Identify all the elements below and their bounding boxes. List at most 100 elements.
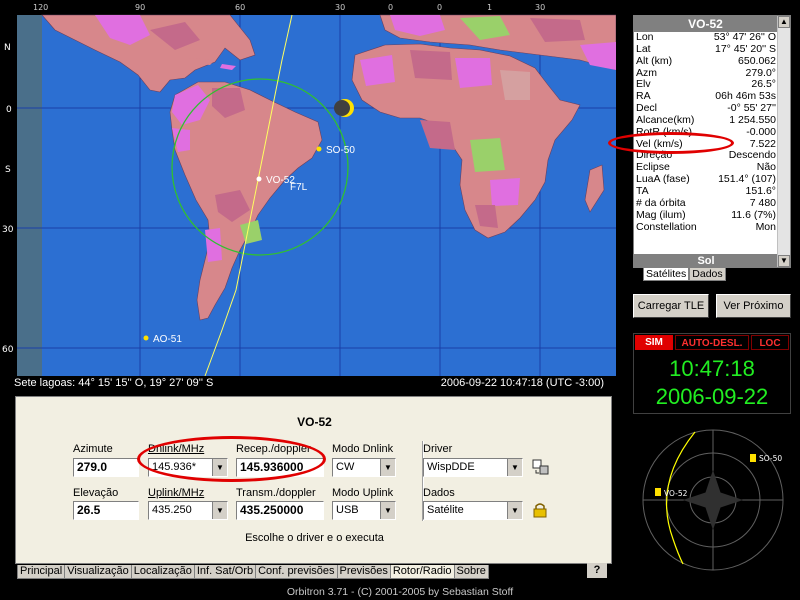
satellite-info-panel[interactable]: VO-52 Lon 53° 47' 26'' O Lat 17° 45' 20'' S…	[633, 15, 791, 268]
longitude-label: 30	[335, 3, 345, 12]
longitude-label: 0	[388, 3, 393, 12]
info-row-key: Decl	[636, 102, 658, 115]
info-row-value: 17° 45' 20'' S	[714, 42, 776, 55]
data-source-select[interactable]: Satélite ▼	[423, 501, 523, 520]
info-row-value: Mon	[755, 220, 776, 233]
info-row-key: Elv	[636, 78, 651, 91]
dnlink-select[interactable]: 145.936* ▼	[148, 458, 228, 477]
info-row-key: Constellation	[636, 220, 697, 233]
tab-previsoes[interactable]: Previsões	[336, 565, 391, 579]
info-row-key: Vel (km/s)	[636, 137, 683, 150]
uplink-value: 435.250	[152, 504, 192, 516]
info-row-key: RA	[636, 90, 651, 103]
observer-location: Sete lagoas: 44° 15' 15'' O, 19° 27' 09'…	[14, 377, 214, 389]
world-map[interactable]: N 0 S 30 60 120 90 60 30 0 0 1 30 VO-52 …	[0, 0, 616, 376]
mode-uplink-select[interactable]: USB ▼	[332, 501, 396, 520]
tab-principal[interactable]: Principal	[17, 565, 66, 579]
latitude-label-30: 30	[2, 225, 14, 235]
transm-doppler-field[interactable]: 435.250000	[236, 501, 324, 520]
radar-so50-label: SO-50	[759, 454, 782, 463]
clock-date: 2006-09-22	[655, 384, 769, 409]
radar-vo52-marker[interactable]	[655, 488, 661, 496]
radar-vo52-label: VO-52	[664, 489, 688, 498]
longitude-label: 120	[33, 3, 48, 12]
tab-conf-previsoes[interactable]: Conf. previsões	[255, 565, 338, 579]
tab-localizacao[interactable]: Localização	[130, 565, 195, 579]
elevation-label: Elevação	[73, 487, 119, 499]
recep-doppler-field[interactable]: 145.936000	[236, 458, 324, 477]
info-row-value: 11.6 (7%)	[731, 208, 776, 221]
mode-uplink-label: Modo Uplink	[332, 487, 394, 499]
driver-hint: Escolhe o driver e o executa	[245, 532, 384, 544]
tab-satellites[interactable]: Satélites	[643, 268, 690, 281]
driver-select[interactable]: WispDDE ▼	[423, 458, 523, 477]
longitude-label: 30	[535, 3, 545, 12]
info-row-key: Lat	[636, 42, 651, 55]
chevron-down-icon[interactable]: ▼	[380, 502, 395, 519]
map-datetime: 2006-09-22 10:47:18 (UTC -3:00)	[440, 377, 604, 389]
recep-doppler-label: Recep./doppler	[236, 443, 311, 455]
chevron-down-icon[interactable]: ▼	[507, 459, 522, 476]
satellite-ao51-label[interactable]: AO-51	[153, 334, 182, 345]
info-scrollbar[interactable]: ▲ ▼	[777, 16, 790, 267]
info-row: Constellation Mon	[634, 220, 778, 234]
tab-visualizacao[interactable]: Visualização	[64, 565, 132, 579]
dnlink-label: Dnlink/MHz	[148, 443, 205, 455]
mode-dnlink-select[interactable]: CW ▼	[332, 458, 396, 477]
lock-icon[interactable]	[533, 502, 547, 518]
rotor-radio-panel: VO-52 Azimute 279.0 Elevação 26.5 Dnlink…	[15, 396, 612, 564]
info-row-key: RotR (km/s)	[636, 125, 692, 138]
tab-data[interactable]: Dados	[689, 268, 726, 281]
info-row-key: TA	[636, 184, 649, 197]
latitude-label-60: 60	[2, 345, 14, 355]
radar-view[interactable]: VO-52 SO-50	[633, 424, 791, 574]
dnlink-value: 145.936*	[152, 461, 197, 473]
uplink-select[interactable]: 435.250 ▼	[148, 501, 228, 520]
info-row-value: 7 480	[749, 196, 776, 209]
map-status-bar: Sete lagoas: 44° 15' 15'' O, 19° 27' 09'…	[0, 376, 616, 390]
info-row-key: LuaA (fase)	[636, 173, 690, 186]
satellite-ao51-marker[interactable]	[143, 335, 149, 341]
chevron-down-icon[interactable]: ▼	[212, 502, 227, 519]
radar-so50-marker[interactable]	[750, 454, 756, 462]
chevron-down-icon[interactable]: ▼	[507, 502, 522, 519]
loc-toggle[interactable]: LOC	[751, 335, 789, 350]
info-tabs[interactable]: Satélites Dados	[643, 268, 726, 282]
satellite-so50-label[interactable]: SO-50	[326, 145, 355, 156]
mode-uplink-value: USB	[336, 504, 359, 516]
driver-value: WispDDE	[427, 461, 475, 473]
tab-rotor-radio[interactable]: Rotor/Radio	[389, 565, 455, 579]
tab-sobre[interactable]: Sobre	[453, 565, 489, 579]
azimuth-field[interactable]: 279.0	[73, 458, 139, 477]
scroll-down-icon[interactable]: ▼	[778, 255, 790, 267]
scroll-up-icon[interactable]: ▲	[778, 16, 790, 28]
longitude-label: 60	[235, 3, 245, 12]
sun-section-header[interactable]: Sol	[634, 254, 778, 268]
next-pass-button[interactable]: Ver Próximo	[716, 294, 791, 318]
satellite-so50-marker[interactable]	[316, 146, 322, 152]
tab-inf-sat-orb[interactable]: Inf. Sat/Orb	[193, 565, 257, 579]
satellite-vo52-marker[interactable]	[256, 176, 262, 182]
info-row-value: 1 254.550	[729, 113, 776, 126]
auto-off-toggle[interactable]: AUTO-DESL.	[675, 335, 749, 350]
driver-label: Driver	[423, 443, 453, 455]
driver-run-icon[interactable]	[531, 457, 551, 477]
data-source-value: Satélite	[427, 504, 464, 516]
chevron-down-icon[interactable]: ▼	[380, 459, 395, 476]
info-row-key: Lon	[636, 31, 654, 43]
info-row-key: # da órbita	[636, 196, 686, 209]
info-row-key: Mag (ilum)	[636, 208, 686, 221]
clock-time: 10:47:18	[669, 356, 755, 381]
load-tle-button[interactable]: Carregar TLE	[633, 294, 709, 318]
chevron-down-icon[interactable]: ▼	[212, 459, 227, 476]
sim-toggle[interactable]: SIM	[635, 335, 673, 350]
longitude-label: 90	[135, 3, 145, 12]
help-tab[interactable]: ?	[587, 563, 607, 578]
elevation-field[interactable]: 26.5	[73, 501, 139, 520]
info-row-value: -0.000	[746, 125, 776, 138]
info-row-key: Direção	[636, 149, 673, 162]
info-row-key: Alcance(km)	[636, 113, 695, 126]
data-source-label: Dados	[423, 487, 455, 499]
main-tabs[interactable]: Principal Visualização Localização Inf. Sat…	[17, 565, 489, 579]
transm-doppler-label: Transm./doppler	[236, 487, 316, 499]
